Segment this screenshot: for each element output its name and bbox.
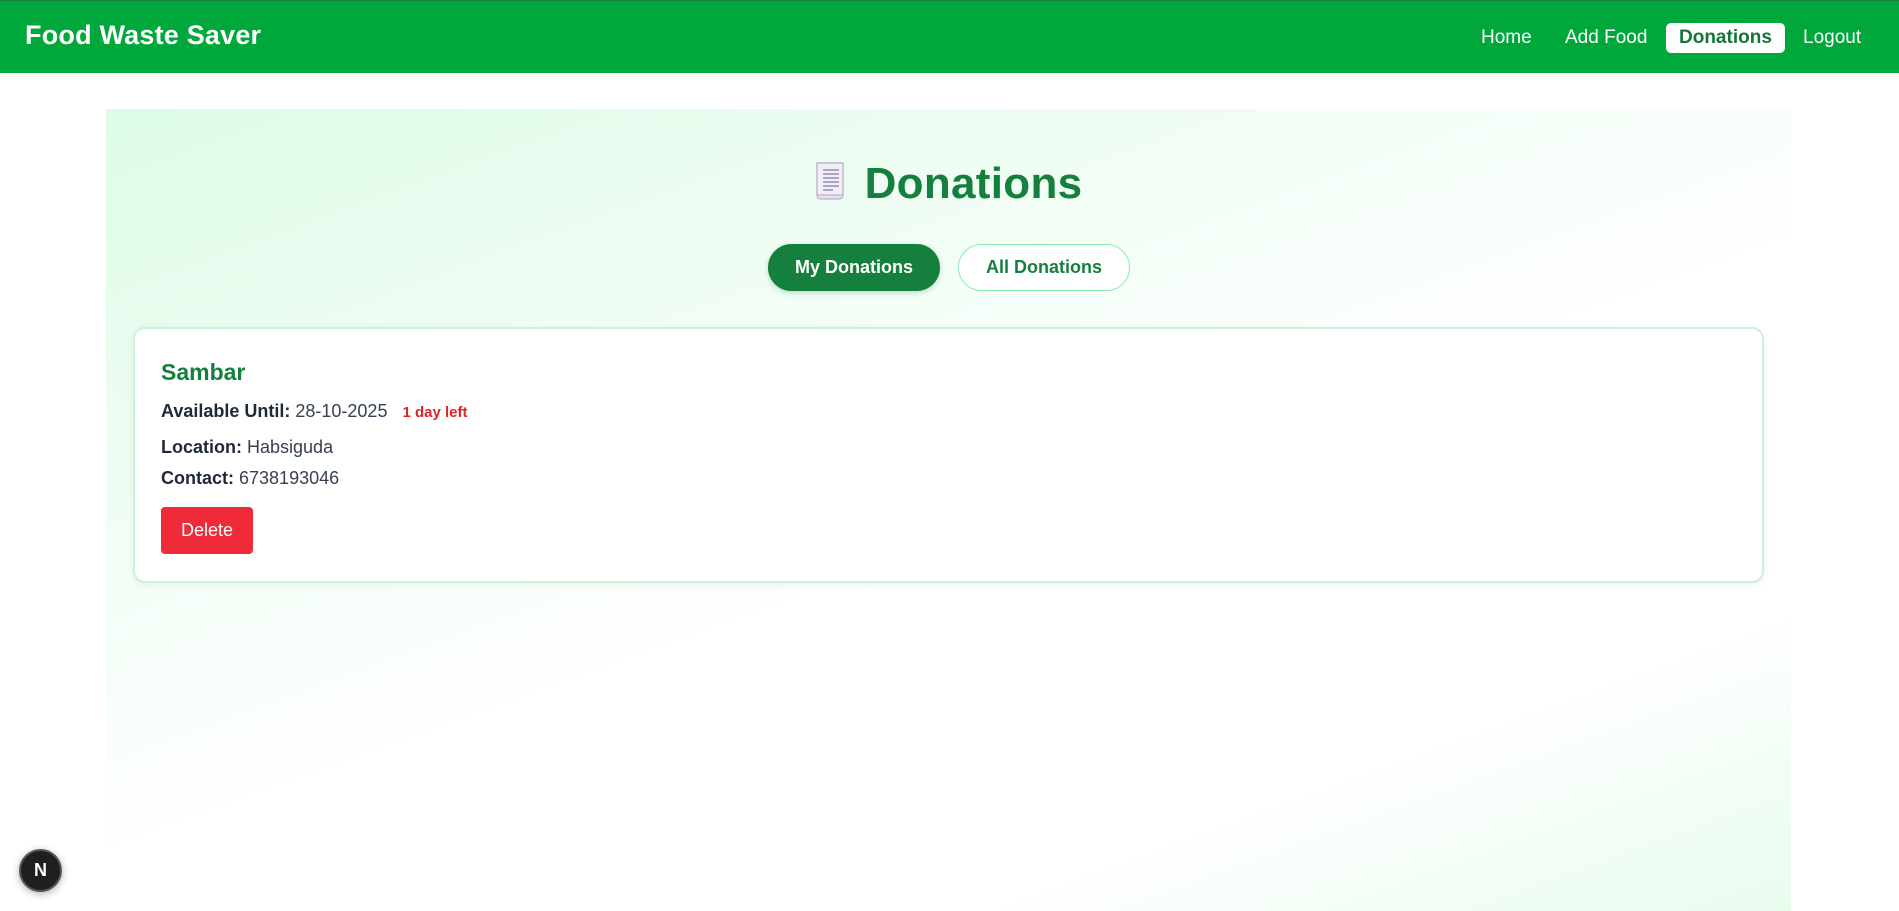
available-until-row: Available Until: 28-10-2025 1 day left xyxy=(161,401,468,422)
contact-value: 6738193046 xyxy=(239,468,340,488)
location-row: Location: Habsiguda xyxy=(161,437,333,458)
available-until-value: 28-10-2025 xyxy=(295,401,388,421)
location-label: Location: xyxy=(161,437,242,457)
top-navbar: Food Waste Saver Home Add Food Donations… xyxy=(0,0,1899,73)
nextjs-icon[interactable]: N xyxy=(19,849,62,892)
receipt-icon xyxy=(815,162,844,200)
nav-home[interactable]: Home xyxy=(1481,23,1532,53)
nav-donations[interactable]: Donations xyxy=(1666,23,1785,53)
donation-card: Sambar Available Until: 28-10-2025 1 day… xyxy=(133,327,1764,583)
days-left-badge: 1 day left xyxy=(402,404,468,421)
tab-all-donations[interactable]: All Donations xyxy=(958,244,1130,291)
brand-logo[interactable]: Food Waste Saver xyxy=(25,20,261,51)
main-content: Donations My Donations All Donations Sam… xyxy=(106,109,1791,911)
available-until-label: Available Until: xyxy=(161,401,291,421)
nav-add-food[interactable]: Add Food xyxy=(1565,23,1647,53)
page-title: Donations xyxy=(106,159,1791,209)
contact-label: Contact: xyxy=(161,468,234,488)
nav-logout[interactable]: Logout xyxy=(1803,23,1861,53)
tab-my-donations[interactable]: My Donations xyxy=(768,244,940,291)
page-title-text: Donations xyxy=(864,159,1083,208)
location-value: Habsiguda xyxy=(247,437,334,457)
donation-name: Sambar xyxy=(161,359,246,385)
contact-row: Contact: 6738193046 xyxy=(161,468,339,489)
delete-button[interactable]: Delete xyxy=(161,507,253,554)
